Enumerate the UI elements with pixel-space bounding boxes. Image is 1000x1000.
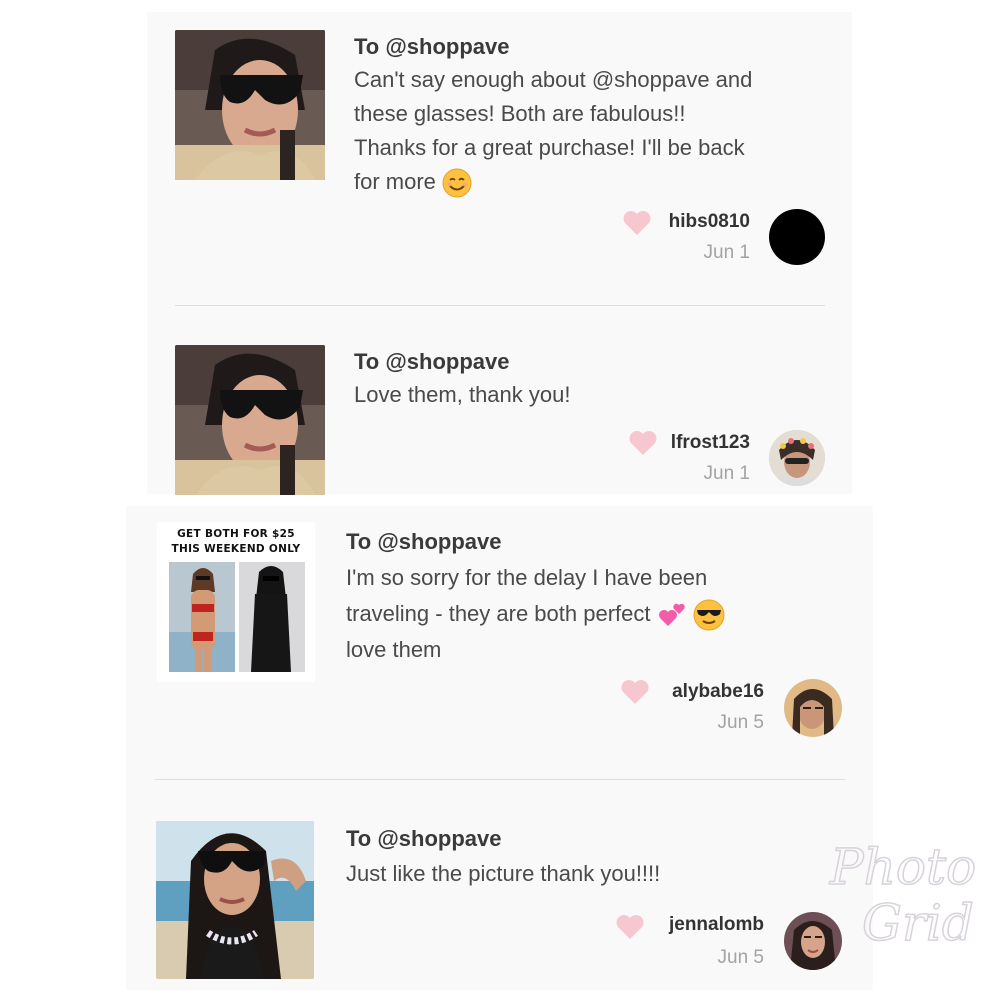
sunglasses-face-emoji [693,599,725,631]
review-text: I'm so sorry for the delay I have been t… [346,560,846,668]
review-photo[interactable]: GET BOTH FOR $25 THIS WEEKEND ONLY [157,522,315,682]
reviewer-avatar[interactable] [769,430,825,486]
review-text-line: Love them, thank you! [354,382,571,407]
review-recipient: To @shoppave [354,34,510,59]
reviewer-username[interactable]: lfrost123 [620,432,750,454]
review-recipient: To @shoppave [354,349,510,374]
reviewer-avatar[interactable] [769,209,825,265]
review-date: Jun 1 [703,463,750,484]
review-text-line: these glasses! Both are fabulous!! [354,101,686,126]
review-text: Can't say enough about @shoppave and the… [354,63,824,199]
review-text-line: for more [354,169,436,194]
svg-text:Grid: Grid [862,894,974,952]
promo-line: THIS WEEKEND ONLY [171,543,301,555]
review-date: Jun 5 [717,947,764,968]
review-divider [155,779,845,780]
review-recipient: To @shoppave [346,529,502,554]
review-photo[interactable] [175,30,325,180]
reviewer-username[interactable]: jennalomb [620,914,764,936]
svg-text:Photo: Photo [829,838,976,896]
user-photo [769,430,825,486]
promo-line: GET BOTH FOR $25 [177,528,295,540]
user-photo [784,679,842,737]
review-text-line: Just like the picture thank you!!!! [346,861,661,886]
reviewer-avatar[interactable] [784,679,842,737]
selfie-sunglasses-image [175,30,325,180]
review-recipient: To @shoppave [346,826,502,851]
review-text-line: traveling - they are both perfect [346,601,651,626]
promo-models-image [169,562,305,672]
review-text-line: Thanks for a great purchase! I'll be bac… [354,135,745,160]
review-divider [175,305,825,306]
review-text-line-last: for more [354,165,824,199]
review-text-line: Can't say enough about @shoppave and [354,67,753,92]
review-photo[interactable] [156,821,314,979]
review-text-line-with-emoji: traveling - they are both perfect [346,596,846,632]
selfie-sunglasses-image [175,345,325,495]
reviewer-username[interactable]: hibs0810 [620,211,750,233]
two-hearts-emoji [658,603,685,627]
review-photo[interactable] [175,345,325,495]
review-text-line: I'm so sorry for the delay I have been [346,565,708,590]
photogrid-logo: Photo Grid [828,837,977,953]
review-text: Just like the picture thank you!!!! [346,857,826,891]
reviewer-username[interactable]: alybabe16 [620,681,764,703]
photogrid-watermark: Photo Grid [822,832,982,953]
review-text-line: love them [346,637,442,662]
review-date: Jun 1 [703,242,750,263]
review-date: Jun 5 [717,712,764,733]
review-text: Love them, thank you! [354,378,824,412]
beach-sunglasses-image [156,821,314,979]
smiling-face-emoji [442,168,472,198]
